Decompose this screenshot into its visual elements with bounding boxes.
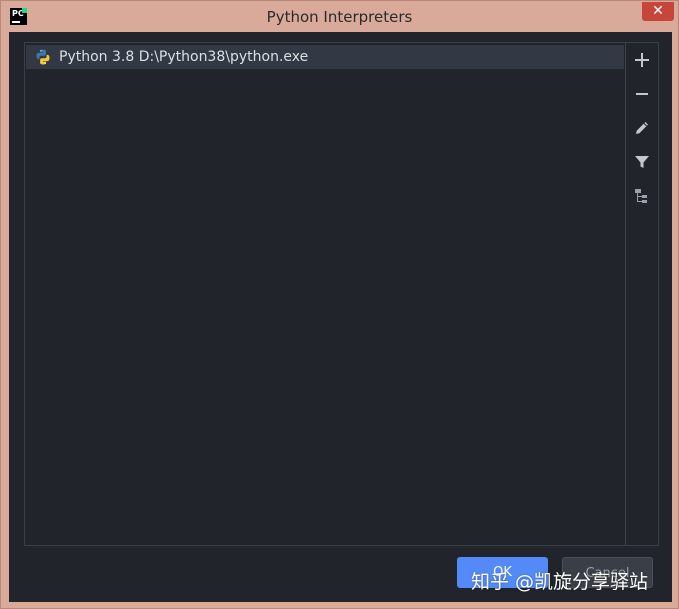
interpreter-list[interactable]: Python 3.8 D:\Python38\python.exe	[25, 43, 626, 545]
remove-icon[interactable]	[633, 85, 651, 103]
interpreter-list-panel: Python 3.8 D:\Python38\python.exe	[24, 42, 659, 546]
python-interpreters-dialog: PC Python Interpreters ✕ Python 3.8 D:\P…	[0, 0, 679, 609]
dialog-title: Python Interpreters	[266, 8, 413, 26]
close-button[interactable]: ✕	[642, 2, 674, 21]
interpreter-toolbar	[626, 43, 658, 545]
title-bar[interactable]: PC Python Interpreters ✕	[1, 1, 678, 32]
python-icon	[36, 49, 50, 65]
add-icon[interactable]	[633, 51, 651, 69]
close-icon: ✕	[652, 3, 664, 19]
filter-icon[interactable]	[633, 153, 651, 171]
interpreter-row[interactable]: Python 3.8 D:\Python38\python.exe	[26, 45, 624, 69]
edit-icon[interactable]	[633, 119, 651, 137]
show-paths-icon[interactable]	[633, 187, 651, 205]
watermark-text: 知乎 @凯旋分享驿站	[471, 571, 649, 593]
dialog-content: Python 3.8 D:\Python38\python.exe OK Can…	[9, 32, 672, 602]
interpreter-label: Python 3.8 D:\Python38\python.exe	[59, 49, 309, 65]
